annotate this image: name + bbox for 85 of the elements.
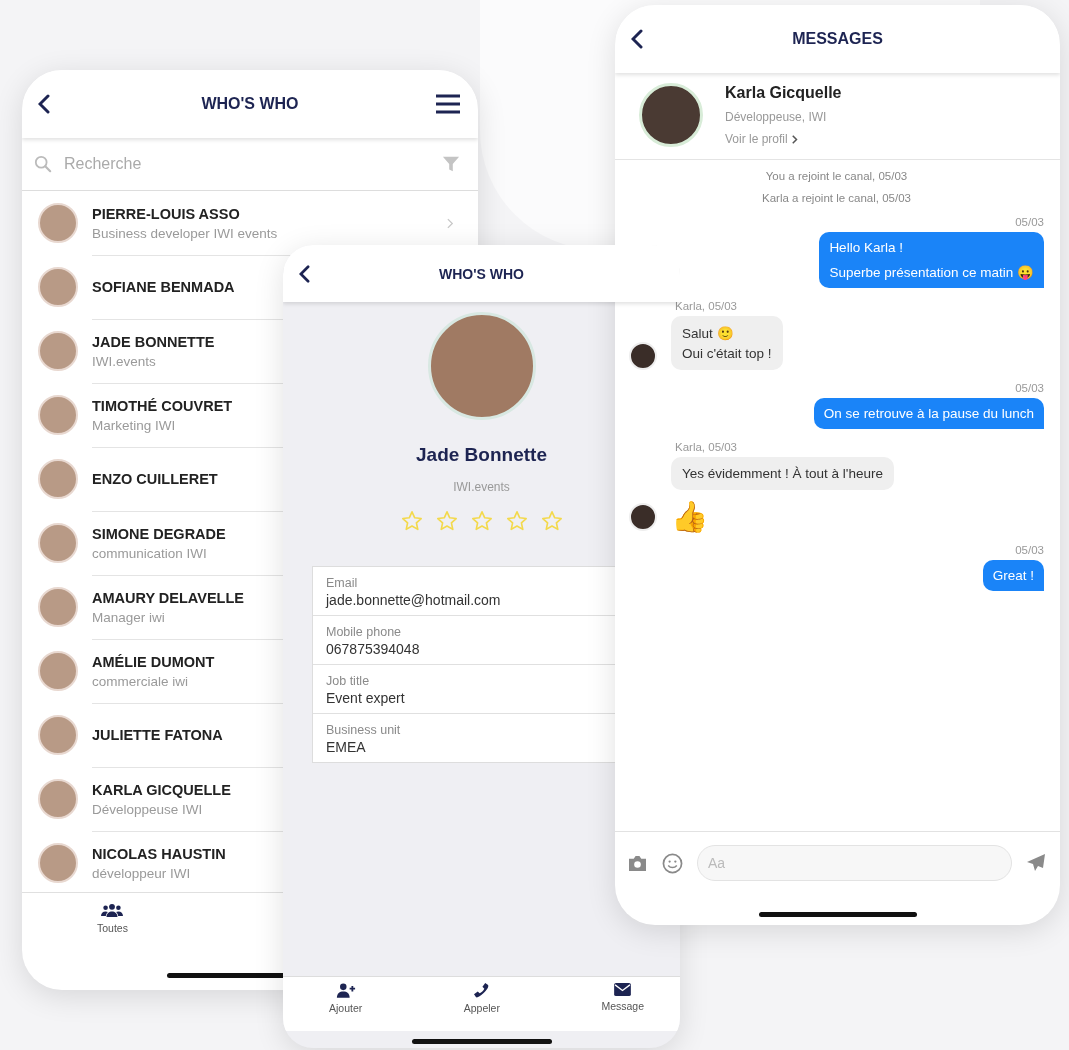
- smiley-icon[interactable]: [662, 852, 683, 874]
- message-time: 05/03: [1015, 216, 1044, 228]
- avatar: [38, 203, 78, 243]
- contact-name: KARLA GICQUELLE: [92, 781, 231, 798]
- screen-title: MESSAGES: [792, 30, 883, 48]
- screen-title: WHO'S WHO: [439, 265, 524, 282]
- message-sender-time: Karla, 05/03: [675, 441, 738, 453]
- contact-role: Développeuse, IWI: [725, 110, 828, 124]
- sent-message-bubble: On se retrouve à la pause du lunch: [813, 398, 1044, 429]
- avatar: [38, 651, 78, 691]
- avatar: [38, 459, 78, 499]
- profile-company: IWI.events: [453, 480, 510, 494]
- field-value: Event expert: [326, 690, 406, 706]
- contact-name: AMAURY DELAVELLE: [92, 589, 244, 606]
- emoji-message: 👍: [671, 502, 708, 532]
- search-field[interactable]: Recherche: [62, 154, 432, 174]
- camera-icon[interactable]: [627, 854, 648, 872]
- contact-subtitle: Manager iwi: [92, 609, 165, 625]
- back-icon[interactable]: [299, 264, 310, 283]
- avatar: [38, 843, 78, 883]
- contact-subtitle: commerciale iwi: [92, 673, 189, 689]
- contact-name: SOFIANE BENMADA: [92, 279, 235, 295]
- star-icon: [400, 510, 423, 532]
- action-button[interactable]: Ajouter: [329, 983, 363, 1031]
- system-message: You a rejoint le canal, 05/03: [765, 170, 908, 182]
- contact-name: JULIETTE FATONA: [92, 727, 223, 743]
- avatar: [38, 587, 78, 627]
- star-icon: [470, 510, 493, 532]
- received-message-bubble: Yes évidemment ! À tout à l'heure: [671, 457, 894, 490]
- avatar: [38, 395, 78, 435]
- star-icon: [435, 510, 458, 532]
- person-plus-icon: [335, 983, 356, 998]
- message-time: 05/03: [1015, 544, 1044, 556]
- contact-subtitle: Marketing IWI: [92, 417, 176, 433]
- phone-icon: [474, 983, 490, 998]
- profile-name: Jade Bonnette: [416, 444, 547, 466]
- screen-title: WHO'S WHO: [201, 95, 299, 113]
- contact-name: PIERRE-LOUIS ASSO: [92, 205, 240, 222]
- back-icon[interactable]: [38, 94, 50, 114]
- envelope-icon: [614, 983, 632, 996]
- chevron-right-icon: [791, 134, 798, 144]
- menu-icon[interactable]: [436, 94, 460, 114]
- field-value: EMEA: [326, 739, 367, 755]
- field-label: Mobile phone: [326, 625, 403, 639]
- action-button[interactable]: Appeler: [463, 983, 500, 1031]
- contact-name: TIMOTHÉ COUVRET: [92, 397, 233, 414]
- star-icon: [505, 510, 528, 532]
- field-label: Job title: [326, 674, 371, 688]
- contact-name: SIMONE DEGRADE: [92, 525, 226, 542]
- field-value: 067875394048: [326, 641, 421, 657]
- avatar: [38, 715, 78, 755]
- star-icon: [540, 510, 563, 532]
- tab-bar-item[interactable]: Toutes: [97, 903, 128, 973]
- contact-name: AMÉLIE DUMONT: [92, 653, 215, 670]
- contact-subtitle: IWI.events: [92, 353, 156, 369]
- avatar: [38, 779, 78, 819]
- message-sender-time: Karla, 05/03: [675, 300, 738, 312]
- back-icon[interactable]: [631, 29, 643, 49]
- filter-icon[interactable]: [442, 155, 460, 173]
- contact-subtitle: Business developer IWI events: [92, 225, 278, 241]
- search-icon: [34, 155, 52, 173]
- contact-subtitle: communication IWI: [92, 545, 207, 561]
- sent-message-bubble: Great !: [982, 560, 1044, 591]
- avatar: [38, 331, 78, 371]
- message-input-field[interactable]: Aa: [697, 845, 1012, 881]
- send-icon[interactable]: [1026, 853, 1046, 873]
- contact-name: ENZO CUILLERET: [92, 471, 218, 487]
- contact-subtitle: Développeuse IWI: [92, 801, 203, 817]
- field-value: jade.bonnette@hotmail.com: [326, 592, 502, 608]
- contact-name: Karla Gicquelle: [725, 84, 842, 102]
- message-time: 05/03: [1015, 382, 1044, 394]
- avatar: [38, 523, 78, 563]
- system-message: Karla a rejoint le canal, 05/03: [762, 192, 911, 204]
- sent-message-bubble: Hello Karla ! Superbe présentation ce matin 😛: [819, 232, 1044, 288]
- contact-subtitle: développeur IWI: [92, 865, 191, 881]
- field-label: Business unit: [326, 723, 402, 737]
- contact-name: JADE BONNETTE: [92, 333, 215, 350]
- received-message-bubble: Salut 🙂 Oui c'était top !: [671, 316, 783, 370]
- contact-name: NICOLAS HAUSTIN: [92, 845, 226, 862]
- avatar: [38, 267, 78, 307]
- action-button[interactable]: Message: [601, 983, 644, 1031]
- field-label: Email: [326, 576, 359, 590]
- star-rating[interactable]: [400, 510, 563, 532]
- people-icon: [101, 903, 124, 918]
- chevron-right-icon: [447, 217, 454, 229]
